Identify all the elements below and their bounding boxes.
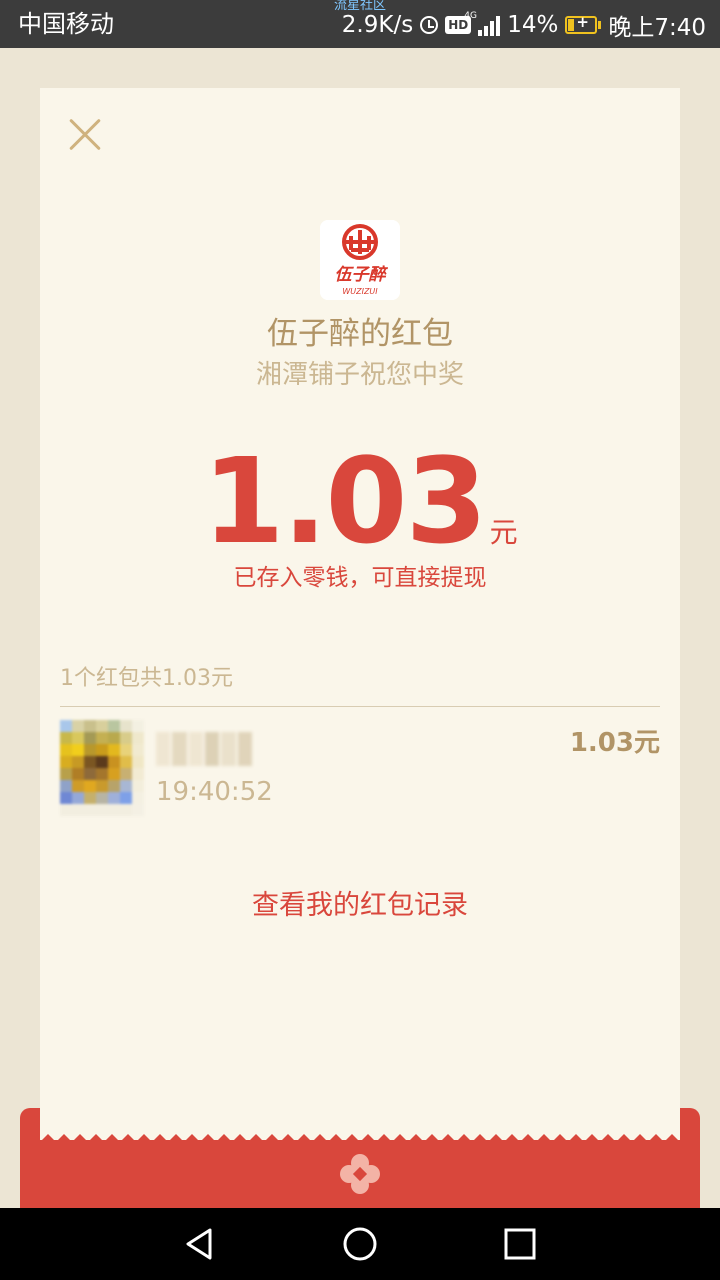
clock: 晚上7:40 bbox=[608, 15, 706, 41]
recents-icon[interactable] bbox=[500, 1224, 540, 1264]
sender-logo: 伍子醉 WUZIZUI bbox=[320, 220, 400, 300]
amount-value: 1.03 bbox=[202, 432, 487, 570]
sender-title: 伍子醉的红包 bbox=[267, 316, 453, 352]
avatar-pixelated bbox=[60, 720, 144, 816]
red-packet-card: 伍子醉 WUZIZUI 伍子醉的红包 湘潭铺子祝您中奖 1.03 元 已存入零钱，… bbox=[40, 88, 680, 1208]
packet-summary: 1个红包共1.03元 bbox=[60, 666, 233, 691]
record-amount: 1.03元 bbox=[569, 728, 660, 758]
back-icon[interactable] bbox=[180, 1224, 220, 1264]
status-bar: 中国移动 流星社区 2.9K/s HD 4G 14% 晚上7:40 bbox=[0, 0, 720, 48]
amount-unit: 元 bbox=[489, 516, 518, 549]
network-type: 4G bbox=[464, 11, 477, 21]
saved-note[interactable]: 已存入零钱，可直接提现 bbox=[40, 562, 680, 594]
view-history-link[interactable]: 查看我的红包记录 bbox=[40, 888, 680, 924]
svg-text:伍子醉: 伍子醉 bbox=[335, 265, 389, 285]
amount-row: 1.03 元 bbox=[40, 436, 680, 566]
alarm-icon bbox=[420, 16, 439, 34]
wuzizui-logo-icon: 伍子醉 WUZIZUI bbox=[320, 220, 400, 300]
greeting-text: 湘潭铺子祝您中奖 bbox=[255, 360, 464, 390]
battery-icon bbox=[565, 13, 598, 34]
divider bbox=[60, 706, 660, 707]
recipient-name-blurred bbox=[156, 732, 252, 766]
system-nav-bar bbox=[0, 1208, 720, 1280]
battery-percent: 14% bbox=[507, 12, 559, 38]
home-icon[interactable] bbox=[340, 1224, 380, 1264]
avatar[interactable] bbox=[60, 720, 144, 816]
close-icon[interactable] bbox=[66, 116, 104, 154]
status-icons: 2.9K/s HD 4G 14% 晚上7:40 bbox=[342, 9, 706, 41]
net-speed: 2.9K/s bbox=[341, 12, 414, 38]
signal-icon: 4G bbox=[464, 11, 501, 36]
record-time: 19:40:52 bbox=[156, 777, 273, 807]
svg-text:WUZIZUI: WUZIZUI bbox=[342, 287, 378, 296]
carrier-name: 中国移动 bbox=[18, 10, 114, 38]
record-row[interactable]: 19:40:52 1.03元 bbox=[60, 718, 660, 818]
flower-icon[interactable] bbox=[338, 1152, 382, 1196]
